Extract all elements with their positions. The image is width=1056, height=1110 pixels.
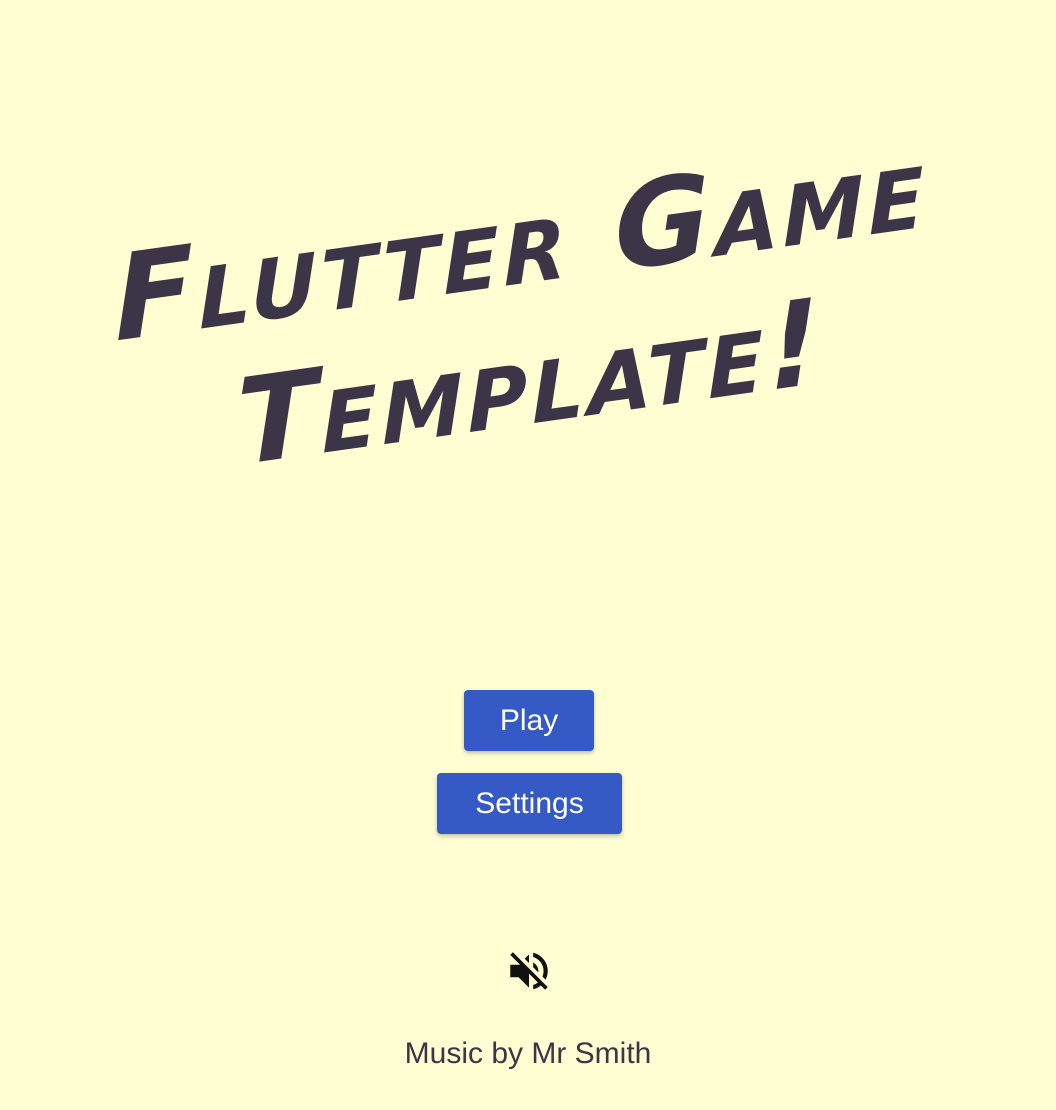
play-button[interactable]: Play bbox=[464, 690, 594, 751]
volume-off-icon bbox=[510, 952, 548, 990]
music-credits: Music by Mr Smith bbox=[404, 1037, 652, 1070]
audio-toggle-button[interactable] bbox=[504, 946, 554, 996]
settings-button[interactable]: Settings bbox=[437, 773, 622, 834]
game-title: Flutter Game Template! bbox=[0, 116, 1056, 510]
